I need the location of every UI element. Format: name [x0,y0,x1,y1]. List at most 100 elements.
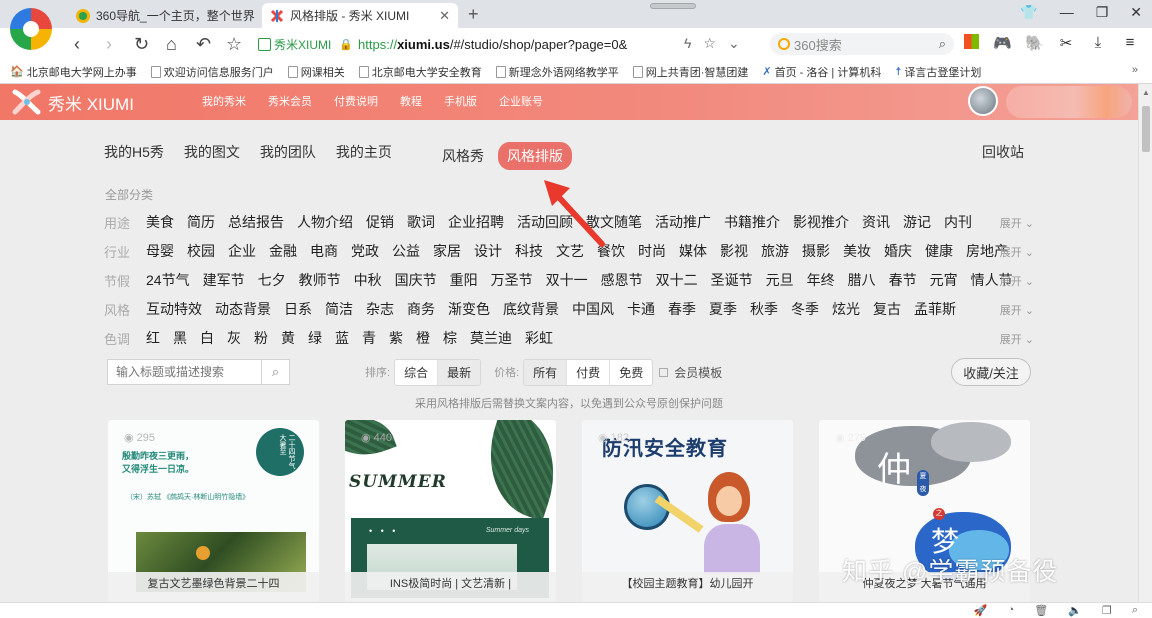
category-item[interactable]: 双十二 [656,270,698,290]
sort-composite[interactable]: 综合 [395,359,439,385]
category-item[interactable]: 圣诞节 [711,270,753,290]
category-item[interactable]: 夏季 [709,299,737,319]
category-item[interactable]: 设计 [474,241,502,261]
tab-my-homepage[interactable]: 我的主页 [336,142,392,162]
category-item[interactable]: 金融 [269,241,297,261]
category-item[interactable]: 时尚 [638,241,666,261]
speed-icon[interactable]: ◔ [1008,604,1015,617]
bookmark-item[interactable]: ☨ 译言古登堡计划 [895,64,981,80]
minimize-icon[interactable]: — [1060,4,1074,21]
category-item[interactable]: 游记 [903,212,931,232]
back-icon[interactable]: ‹ [74,34,80,55]
bookmark-item[interactable]: 北京邮电大学安全教育 [358,64,482,80]
category-item[interactable]: 影视推介 [793,212,849,232]
category-item[interactable]: 校园 [187,241,215,261]
category-item[interactable]: 人物介绍 [297,212,353,232]
xiumi-logo[interactable]: 秀米 XIUMI [12,89,134,115]
category-item[interactable]: 渐变色 [448,299,490,319]
bookmark-item[interactable]: 网上共青团·智慧团建 [632,64,748,80]
category-item[interactable]: 春节 [889,270,917,290]
category-item[interactable]: 建军节 [203,270,245,290]
category-item[interactable]: 双十一 [546,270,588,290]
search-icon[interactable]: ⌕ [262,359,290,385]
category-item[interactable]: 白 [200,328,214,348]
price-paid[interactable]: 付费 [567,359,611,385]
game-icon[interactable]: 🎮 [993,34,1012,52]
category-item[interactable]: 公益 [392,241,420,261]
category-item[interactable]: 互动特效 [146,299,202,319]
bookmark-star-icon[interactable]: ☆ [226,34,242,55]
category-item[interactable]: 简历 [187,212,215,232]
category-item[interactable]: 摄影 [802,241,830,261]
new-tab-button[interactable]: + [468,4,479,25]
expand-button[interactable]: 展开 ⌄ [1000,331,1034,347]
more-bookmarks-icon[interactable]: » [1132,64,1138,76]
category-item[interactable]: 七夕 [258,270,286,290]
category-item[interactable]: 党政 [351,241,379,261]
lightning-icon[interactable]: ϟ [684,35,691,52]
sound-icon[interactable]: 🔈 [1068,604,1082,617]
expand-button[interactable]: 展开 ⌄ [1000,273,1034,289]
category-item[interactable]: 美妆 [843,241,871,261]
bookmark-item[interactable]: 欢迎访问信息服务门户 [150,64,274,80]
category-item[interactable]: 青 [362,328,376,348]
category-item[interactable]: 底纹背景 [503,299,559,319]
category-item[interactable]: 总结报告 [228,212,284,232]
category-item[interactable]: 商务 [407,299,435,319]
category-item[interactable]: 内刊 [944,212,972,232]
category-item[interactable]: 电商 [310,241,338,261]
category-item[interactable]: 元宵 [930,270,958,290]
bookmark-item[interactable]: 网课相关 [287,64,345,80]
category-item[interactable]: 复古 [873,299,901,319]
bookmark-item[interactable]: 新理念外语网络教学平 [495,64,619,80]
template-card[interactable]: ◉ 295 二十四节气 大暑至 殷勤昨夜三更雨， 又得浮生一日凉。 （宋）苏轼 《鹧… [108,420,319,602]
all-categories-label[interactable]: 全部分类 [105,186,153,203]
chevron-down-icon[interactable]: ⌄ [728,35,740,52]
category-item[interactable]: 粉 [254,328,268,348]
category-item[interactable]: 黄 [281,328,295,348]
category-item[interactable]: 企业招聘 [448,212,504,232]
recycle-bin-link[interactable]: 回收站 [982,142,1024,162]
nav-tutorial[interactable]: 教程 [400,93,422,109]
category-item[interactable]: 感恩节 [601,270,643,290]
member-template-checkbox[interactable] [659,367,669,377]
category-item[interactable]: 孟菲斯 [914,299,956,319]
category-item[interactable]: 旅游 [761,241,789,261]
sort-latest[interactable]: 最新 [438,359,481,385]
category-item[interactable]: 蓝 [335,328,349,348]
category-item[interactable]: 紫 [389,328,403,348]
search-engine-box[interactable]: 360搜索 ⌕ [770,33,954,55]
tab-my-team[interactable]: 我的团队 [260,142,316,162]
category-item[interactable]: 促销 [366,212,394,232]
menu-icon[interactable]: ≡ [1121,34,1139,52]
close-window-icon[interactable]: ✕ [1130,4,1142,21]
evernote-icon[interactable]: 🐘 [1025,34,1044,52]
category-item[interactable]: 教师节 [299,270,341,290]
category-item[interactable]: 莫兰迪 [470,328,512,348]
category-item[interactable]: 婚庆 [884,241,912,261]
nav-pricing[interactable]: 付费说明 [334,93,378,109]
price-free[interactable]: 免费 [610,360,652,385]
address-bar[interactable]: 秀米XIUMI 🔒 https://xiumi.us/#/studio/shop… [258,31,754,57]
expand-button[interactable]: 展开 ⌄ [1000,215,1034,231]
category-item[interactable]: 母婴 [146,241,174,261]
avatar[interactable] [968,86,998,116]
tab-style-show[interactable]: 风格秀 [442,146,484,166]
category-item[interactable]: 资讯 [862,212,890,232]
restore-icon[interactable]: ❐ [1096,4,1109,21]
download-icon[interactable]: ⤓ [1089,34,1107,52]
magnifier-icon[interactable]: ⌕ [939,36,946,52]
tab-strip-handle[interactable] [650,3,696,9]
category-item[interactable]: 棕 [443,328,457,348]
undo-close-icon[interactable]: ↶ [196,34,211,55]
skin-icon[interactable]: 👕 [1020,4,1037,21]
category-item[interactable]: 媒体 [679,241,707,261]
category-item[interactable]: 炫光 [832,299,860,319]
category-item[interactable]: 24节气 [146,270,190,290]
nav-my-xiumi[interactable]: 我的秀米 [202,93,246,109]
category-item[interactable]: 杂志 [366,299,394,319]
category-item[interactable]: 书籍推介 [724,212,780,232]
category-item[interactable]: 腊八 [848,270,876,290]
trash-icon[interactable]: 🗑 [1034,604,1048,617]
category-item[interactable]: 绿 [308,328,322,348]
